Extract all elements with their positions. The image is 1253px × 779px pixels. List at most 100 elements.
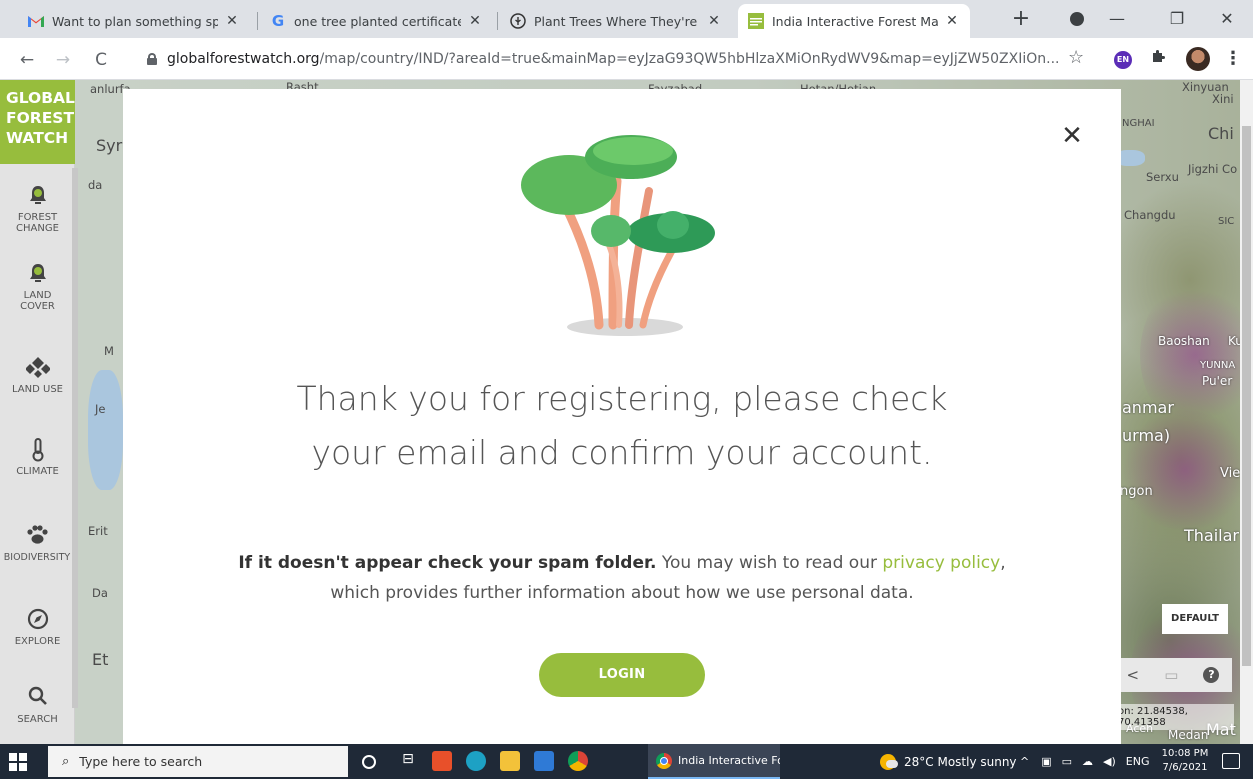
weather-text: 28°C Mostly sunny: [904, 754, 1017, 769]
tab-close-icon[interactable]: ✕: [224, 13, 240, 29]
modal-body-text: which provides further information about…: [330, 583, 914, 603]
taskbar-active-window[interactable]: India Interactive Fo...: [648, 744, 780, 779]
gfw-logo[interactable]: GLOBAL FOREST WATCH: [0, 80, 75, 164]
map-label: Changdu: [1124, 208, 1176, 222]
sidebar-item-land-cover[interactable]: LAND COVER: [0, 262, 75, 312]
browser-tab-gmail[interactable]: Want to plan something spe ✕: [18, 4, 250, 38]
tab-close-icon[interactable]: ✕: [944, 13, 960, 29]
sidebar-item-land-use[interactable]: LAND USE: [0, 356, 75, 395]
weather-widget[interactable]: 28°C Mostly sunny: [880, 744, 1017, 779]
modal-body-text: ,: [1000, 553, 1006, 573]
modal-title-line: Thank you for registering, please check: [296, 379, 948, 418]
more-menu-icon[interactable]: ⋮: [1224, 48, 1242, 69]
browser-toolbar: ← → C globalforestwatch.org/map/country/…: [0, 38, 1253, 80]
scrollbar-thumb[interactable]: [1242, 126, 1251, 666]
sidebar-item-label: SEARCH: [17, 714, 58, 725]
basemap-default-button[interactable]: DEFAULT: [1162, 604, 1228, 634]
taskbar-search-box[interactable]: ⌕ Type here to search: [48, 746, 348, 777]
extension-en-icon[interactable]: EN: [1114, 51, 1132, 69]
taskbar-clock[interactable]: 10:08 PM 7/6/2021: [1160, 747, 1210, 775]
map-label: Pu'er: [1202, 374, 1233, 388]
url-host: globalforestwatch.org: [167, 51, 320, 67]
task-view-icon[interactable]: ⊟: [398, 751, 418, 771]
map-label: NGHAI: [1122, 118, 1155, 129]
map-label: SIC: [1218, 216, 1235, 227]
sidebar-item-biodiversity[interactable]: BIODIVERSITY: [0, 524, 78, 563]
tray-chevron-icon[interactable]: ^: [1020, 755, 1029, 768]
sidebar-item-label: CHANGE: [16, 223, 59, 234]
cortana-icon[interactable]: [362, 755, 376, 769]
taskbar-window-title: India Interactive Fo...: [678, 754, 780, 767]
extensions-puzzle-icon[interactable]: [1150, 48, 1166, 68]
windows-start-icon[interactable]: [9, 753, 27, 771]
logo-line: FOREST: [6, 109, 75, 127]
new-tab-plus-icon[interactable]: +: [1007, 6, 1035, 34]
logo-line: WATCH: [6, 129, 69, 147]
print-icon[interactable]: ▭: [1164, 666, 1178, 684]
bookmark-star-icon[interactable]: ☆: [1068, 47, 1084, 68]
office-icon[interactable]: [432, 751, 452, 771]
browser-tab-onetreeplanted[interactable]: Plant Trees Where They're N ✕: [500, 4, 732, 38]
browser-tab-google[interactable]: G one tree planted certificate ✕: [260, 4, 493, 38]
file-explorer-icon[interactable]: [500, 751, 520, 771]
volume-icon[interactable]: ◀): [1103, 755, 1116, 768]
tab-search-icon[interactable]: [1070, 12, 1084, 26]
cloud-icon[interactable]: ☁: [1082, 755, 1093, 768]
minimize-icon[interactable]: —: [1094, 6, 1140, 32]
reload-icon[interactable]: C: [88, 47, 114, 73]
windows-taskbar: ⌕ Type here to search ⊟ India Interactiv…: [0, 744, 1253, 779]
address-bar[interactable]: globalforestwatch.org/map/country/IND/?a…: [135, 44, 1093, 74]
layers-icon: [0, 356, 75, 378]
tab-title: one tree planted certificate: [294, 13, 461, 29]
tab-close-icon[interactable]: ✕: [467, 13, 483, 29]
modal-title-line: your email and confirm your account.: [311, 433, 933, 472]
privacy-policy-link[interactable]: privacy policy: [882, 553, 1000, 573]
sidebar-scrollbar[interactable]: [72, 168, 78, 708]
tab-title: Plant Trees Where They're N: [534, 13, 700, 29]
mail-icon[interactable]: [534, 751, 554, 771]
language-indicator[interactable]: ENG: [1126, 755, 1150, 768]
gmail-icon: [28, 13, 44, 29]
google-icon: G: [271, 12, 285, 30]
sidebar-item-label: BIODIVERSITY: [3, 552, 71, 563]
back-arrow-icon[interactable]: ←: [14, 47, 40, 73]
sidebar-item-climate[interactable]: CLIMATE: [0, 438, 75, 477]
tab-close-icon[interactable]: ✕: [706, 13, 722, 29]
notifications-icon[interactable]: [1222, 753, 1240, 769]
tab-title: Want to plan something spe: [52, 13, 218, 29]
sidebar-item-explore[interactable]: EXPLORE: [0, 608, 75, 647]
tab-divider: [497, 12, 498, 30]
tab-title: India Interactive Forest Map: [772, 13, 938, 29]
map-label: Thailar: [1184, 526, 1239, 545]
weather-sun-icon: [880, 753, 898, 770]
map-label: Medan: [1168, 728, 1209, 742]
login-button[interactable]: LOGIN: [539, 653, 705, 697]
restore-icon[interactable]: ❐: [1154, 6, 1200, 32]
forward-arrow-icon[interactable]: →: [50, 47, 76, 73]
share-icon[interactable]: <: [1127, 666, 1140, 684]
map-coordinates: on: 21.84538, 70.41358: [1114, 704, 1234, 730]
page-scrollbar[interactable]: [1240, 80, 1253, 744]
window-close-icon[interactable]: ✕: [1204, 6, 1250, 32]
tray-app-icon[interactable]: ▣: [1041, 755, 1051, 768]
chrome-icon[interactable]: [568, 751, 588, 771]
taskbar-search-placeholder: Type here to search: [79, 754, 203, 769]
sidebar-item-search[interactable]: SEARCH: [0, 686, 75, 725]
sidebar-item-label: LAND: [23, 290, 52, 301]
close-icon[interactable]: ✕: [1060, 123, 1084, 149]
sidebar-item-label: COVER: [20, 301, 55, 312]
map-label: YUNNA: [1200, 360, 1236, 371]
edge-icon[interactable]: [466, 751, 486, 771]
map-label: Baoshan: [1158, 334, 1210, 348]
sidebar-item-forest-change[interactable]: FOREST CHANGE: [0, 184, 75, 234]
tab-divider: [257, 12, 258, 30]
gfw-icon: [748, 13, 764, 29]
browser-tab-gfw-active[interactable]: India Interactive Forest Map ✕: [738, 4, 970, 38]
network-icon[interactable]: ▭: [1062, 755, 1072, 768]
clock-time: 10:08 PM: [1161, 748, 1209, 759]
profile-avatar[interactable]: [1186, 47, 1210, 71]
logo-line: GLOBAL: [6, 89, 75, 107]
help-icon[interactable]: ?: [1203, 667, 1220, 683]
map-label: Je: [95, 402, 106, 416]
system-tray: ^ ▣ ▭ ☁ ◀) ENG: [1020, 744, 1150, 779]
